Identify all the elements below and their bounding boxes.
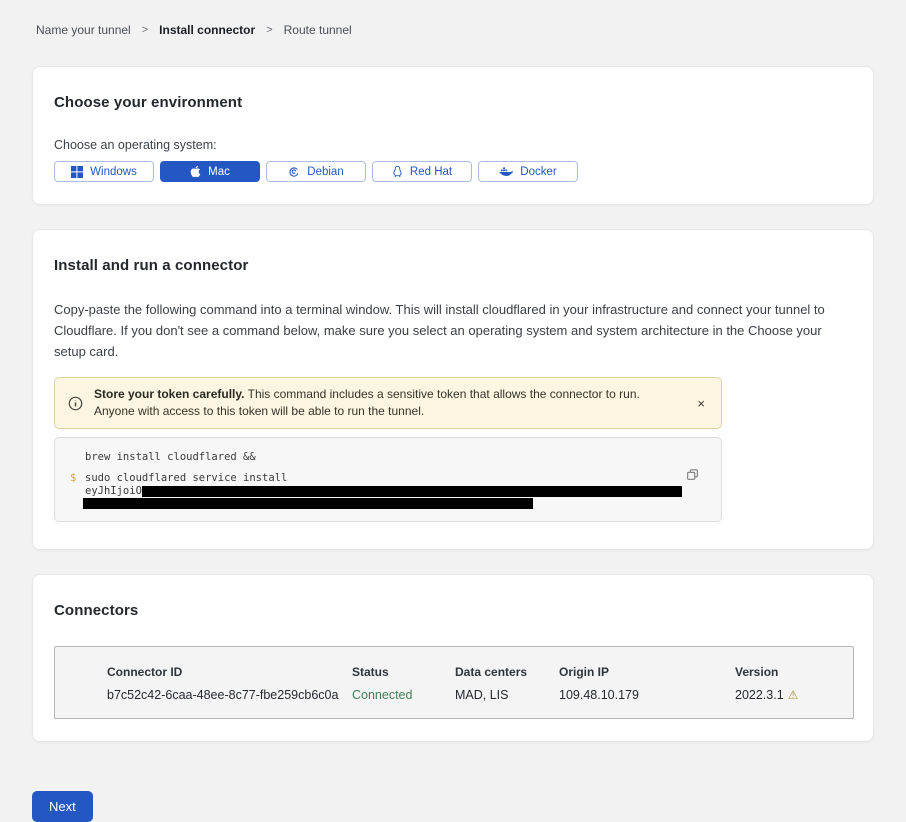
token-line-redacted (85, 498, 681, 509)
installer-card-title: Install and run a connector (54, 257, 852, 274)
cell-connector-id: b7c52c42-6caa-48ee-8c77-fbe259cb6c0a (107, 685, 352, 705)
status-badge: Connected (352, 685, 455, 705)
breadcrumb-step-name-your-tunnel[interactable]: Name your tunnel (36, 23, 131, 37)
cell-origin-ip: 109.48.10.179 (559, 685, 735, 705)
header-version: Version (735, 662, 853, 682)
docker-icon (499, 166, 513, 177)
tunnel-setup-page: Name your tunnel > Install connector > R… (0, 0, 906, 822)
os-button-debian[interactable]: Debian (266, 161, 366, 182)
os-button-docker[interactable]: Docker (478, 161, 578, 182)
breadcrumb-step-route-tunnel[interactable]: Route tunnel (284, 23, 352, 37)
token-warning-banner: Store your token carefully. This command… (54, 377, 722, 429)
breadcrumb: Name your tunnel > Install connector > R… (36, 23, 874, 37)
header-origin-ip: Origin IP (559, 662, 735, 682)
breadcrumb-separator: > (266, 24, 272, 36)
os-button-label: Docker (520, 166, 556, 178)
os-button-label: Mac (208, 166, 230, 178)
debian-icon (288, 166, 300, 178)
copy-icon[interactable] (684, 466, 701, 486)
windows-icon (71, 166, 83, 178)
cell-data-centers: MAD, LIS (455, 685, 559, 705)
choose-environment-card: Choose your environment Choose an operat… (32, 66, 874, 205)
header-connector-id: Connector ID (107, 662, 352, 682)
breadcrumb-step-install-connector[interactable]: Install connector (159, 23, 255, 37)
token-line-redacted: eyJhIjoiO (85, 486, 681, 497)
apple-icon (190, 165, 201, 178)
cell-version: 2022.3.1⚠ (735, 685, 853, 705)
connectors-table: Connector ID Status Data centers Origin … (54, 646, 854, 719)
os-button-label: Debian (307, 166, 343, 178)
os-button-mac[interactable]: Mac (160, 161, 260, 182)
header-data-centers: Data centers (455, 662, 559, 682)
next-button[interactable]: Next (32, 791, 93, 822)
connectors-table-header: Connector ID Status Data centers Origin … (107, 662, 853, 682)
header-status: Status (352, 662, 455, 682)
os-select-label: Choose an operating system: (54, 138, 852, 152)
code-line-brew: brew install cloudflared && (85, 451, 681, 464)
redaction-bar (142, 486, 682, 497)
close-icon[interactable]: × (693, 395, 709, 412)
install-command-code-block: brew install cloudflared && $ sudo cloud… (54, 437, 722, 522)
environment-card-title: Choose your environment (54, 94, 852, 111)
table-row: b7c52c42-6caa-48ee-8c77-fbe259cb6c0a Con… (107, 685, 853, 705)
warning-triangle-icon: ⚠ (788, 688, 799, 702)
connectors-card: Connectors Connector ID Status Data cent… (32, 574, 874, 742)
redaction-bar (83, 498, 533, 509)
connectors-card-title: Connectors (54, 602, 852, 619)
info-icon (68, 396, 83, 411)
token-warning-text: Store your token carefully. This command… (94, 386, 679, 420)
os-button-row: Windows Mac Debian Red Hat (54, 161, 852, 182)
breadcrumb-separator: > (142, 24, 148, 36)
token-warning-bold: Store your token carefully. (94, 387, 245, 401)
shell-prompt: $ (70, 472, 76, 485)
install-connector-card: Install and run a connector Copy-paste t… (32, 229, 874, 550)
os-button-redhat[interactable]: Red Hat (372, 161, 472, 182)
redhat-icon (392, 165, 403, 178)
os-button-label: Windows (90, 166, 137, 178)
os-button-label: Red Hat (410, 166, 452, 178)
os-button-windows[interactable]: Windows (54, 161, 154, 182)
code-line-service-install: $ sudo cloudflared service install eyJhI… (85, 472, 681, 509)
installer-description: Copy-paste the following command into a … (54, 299, 849, 362)
